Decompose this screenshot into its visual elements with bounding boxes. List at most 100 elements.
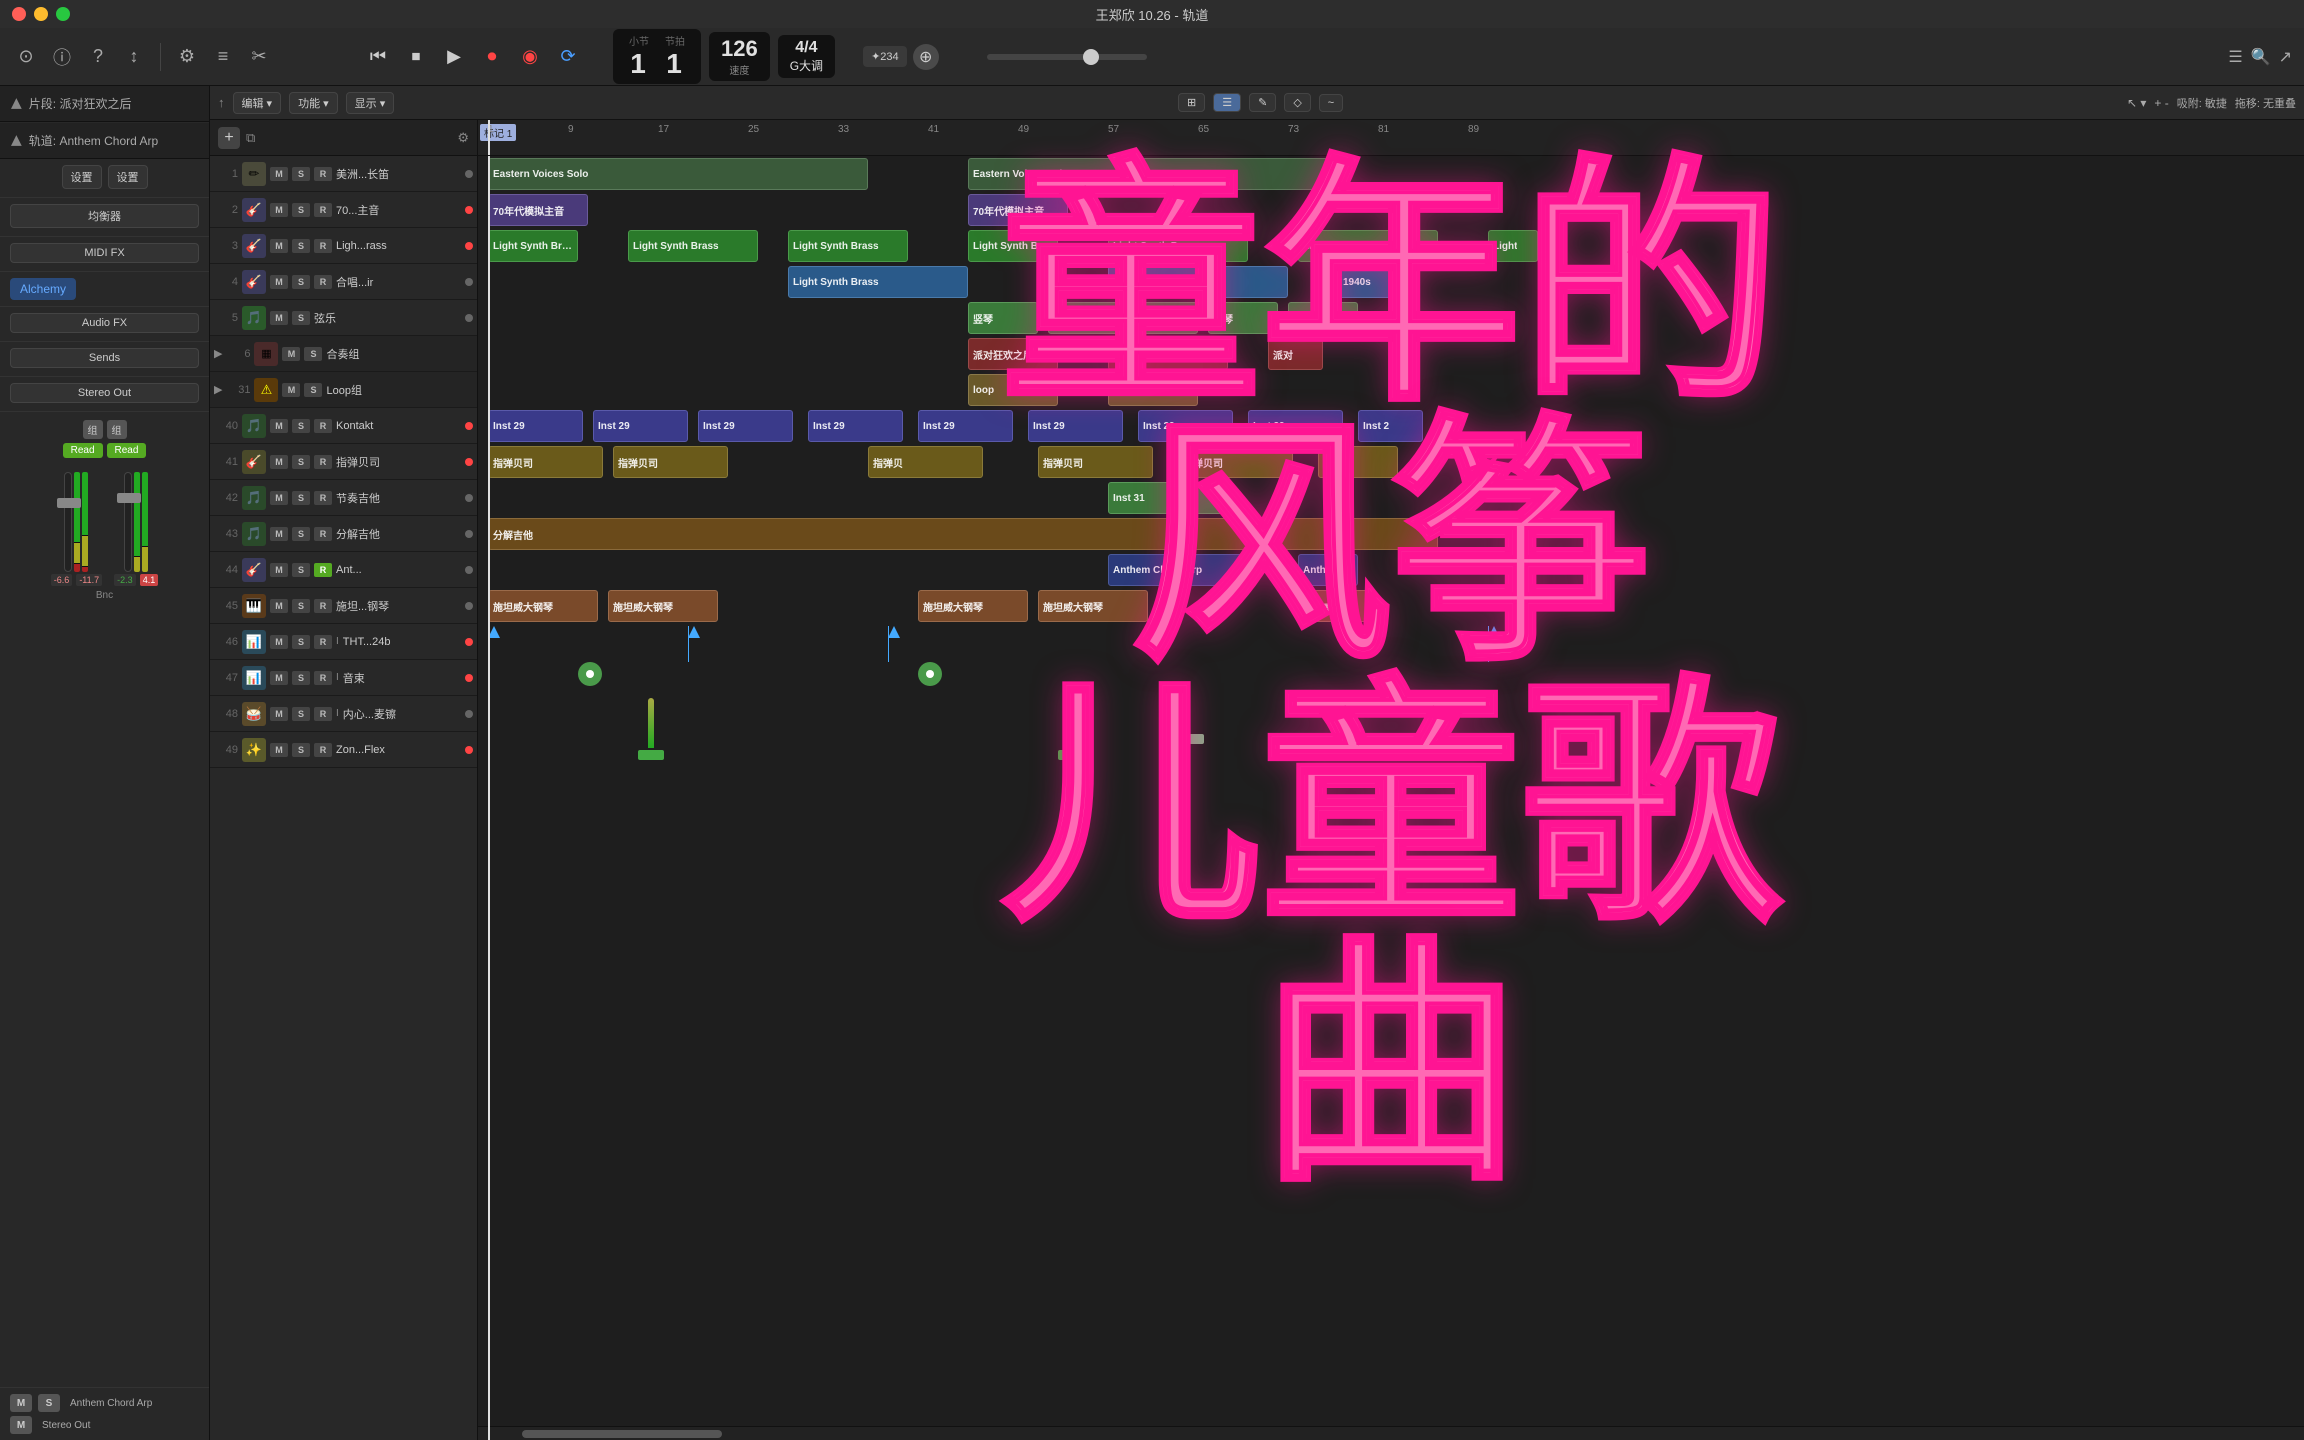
clip-t6-2[interactable]: 派对狂欢之后 xyxy=(1108,338,1228,370)
clip-t40-7[interactable]: Inst 29 xyxy=(1138,410,1233,442)
clip-t41-6[interactable]: 指弹贝 xyxy=(1318,446,1398,478)
clip-t40-1[interactable]: Inst 29 xyxy=(488,410,583,442)
horizontal-scrollbar[interactable] xyxy=(478,1426,2304,1440)
rewind-button[interactable]: ⏮ xyxy=(361,40,395,74)
track-solo-43[interactable]: S xyxy=(292,527,310,541)
clip-t5-4[interactable]: 竖琴 xyxy=(1208,302,1278,334)
zoom-in[interactable]: + xyxy=(2154,96,2161,110)
pencil-btn[interactable]: ✎ xyxy=(1249,93,1276,112)
library-icon[interactable]: ⊙ xyxy=(12,43,40,71)
help-icon[interactable]: ? xyxy=(84,43,112,71)
eq-btn[interactable]: 均衡器 xyxy=(10,204,199,228)
list-icon[interactable]: ☰ xyxy=(2228,47,2242,67)
track-solo-44[interactable]: S xyxy=(292,563,310,577)
clip-t6-1[interactable]: 派对狂欢之后 xyxy=(968,338,1058,370)
track-rec-47[interactable]: R xyxy=(314,671,332,685)
master-volume[interactable] xyxy=(987,54,1147,60)
maximize-button[interactable] xyxy=(56,7,70,21)
mute-btn-stereo[interactable]: M xyxy=(10,1416,32,1434)
clip-t40-9[interactable]: Inst 2 xyxy=(1358,410,1423,442)
clip-t45-3[interactable]: 施坦威大钢琴 xyxy=(918,590,1028,622)
clip-t40-5[interactable]: Inst 29 xyxy=(918,410,1013,442)
plugin-btn[interactable]: Alchemy xyxy=(10,278,76,300)
track-solo-41[interactable]: S xyxy=(292,455,310,469)
settings-icon2[interactable]: ⚙ xyxy=(457,130,469,146)
clip-t1-1[interactable]: Eastern Voices Solo xyxy=(488,158,868,190)
clip-t40-4[interactable]: Inst 29 xyxy=(808,410,903,442)
track-mute-43[interactable]: M xyxy=(270,527,288,541)
clip-t5-3[interactable]: 竖琴 xyxy=(1128,302,1198,334)
smart-btn[interactable]: ✦234 xyxy=(863,46,907,67)
track-mute-44[interactable]: M xyxy=(270,563,288,577)
track-rec-3[interactable]: R xyxy=(314,239,332,253)
track-mute-41[interactable]: M xyxy=(270,455,288,469)
clip-t44-2[interactable]: Anthe xyxy=(1298,554,1358,586)
loop-button[interactable]: ⟳ xyxy=(551,40,585,74)
close-button[interactable] xyxy=(12,7,26,21)
track-solo-40[interactable]: S xyxy=(292,419,310,433)
track-solo-31[interactable]: S xyxy=(304,383,322,397)
track-mute-48[interactable]: M xyxy=(270,707,288,721)
clip-t3-7[interactable]: Light xyxy=(1488,230,1538,262)
clip-t4-2[interactable]: Light Synth Brass xyxy=(1108,266,1288,298)
tempo-display[interactable]: 126 速度 xyxy=(709,32,770,81)
track-mute-46[interactable]: M xyxy=(270,635,288,649)
midi-fx-btn[interactable]: MIDI FX xyxy=(10,243,199,263)
list-view-btn[interactable]: ☰ xyxy=(1213,93,1241,112)
zoom-out[interactable]: - xyxy=(2165,96,2169,110)
clip-t45-2[interactable]: 施坦威大钢琴 xyxy=(608,590,718,622)
clip-t4-3[interactable]: 1940s xyxy=(1338,266,1418,298)
audio-fx-btn[interactable]: Audio FX xyxy=(10,313,199,333)
track-rec-2[interactable]: R xyxy=(314,203,332,217)
mute-btn-main[interactable]: M xyxy=(10,1394,32,1412)
search-icon[interactable]: 🔍 xyxy=(2251,47,2271,67)
track-rec-40[interactable]: R xyxy=(314,419,332,433)
clip-t45-4[interactable]: 施坦威大钢琴 xyxy=(1038,590,1148,622)
record-button[interactable]: ⏺ xyxy=(475,40,509,74)
track-rec-46[interactable]: R xyxy=(314,635,332,649)
clip-t31-2[interactable]: loop xyxy=(1108,374,1198,406)
clip-t6-3[interactable]: 派对 xyxy=(1268,338,1323,370)
clip-t3-1[interactable]: Light Synth Bra... xyxy=(488,230,578,262)
track-solo-3[interactable]: S xyxy=(292,239,310,253)
info-icon[interactable]: ⓘ xyxy=(48,43,76,71)
clip-t2-2[interactable]: 70年代模拟主音 xyxy=(968,194,1068,226)
fader-track-left[interactable] xyxy=(64,472,72,572)
clip-t40-2[interactable]: Inst 29 xyxy=(593,410,688,442)
group-arrow[interactable]: ▶ xyxy=(214,347,222,360)
clip-t42-1[interactable]: Inst 31 xyxy=(1108,482,1228,514)
clip-t3-4[interactable]: Light Synth Bra... xyxy=(968,230,1058,262)
track-solo-49[interactable]: S xyxy=(292,743,310,757)
clip-t41-1[interactable]: 指弹贝司 xyxy=(488,446,603,478)
track-mute-49[interactable]: M xyxy=(270,743,288,757)
track-rec-1[interactable]: R xyxy=(314,167,332,181)
track-mute-4[interactable]: M xyxy=(270,275,288,289)
track-rec-49[interactable]: R xyxy=(314,743,332,757)
mixer-icon[interactable]: ≡ xyxy=(209,43,237,71)
clip-t5-1[interactable]: 竖琴 xyxy=(968,302,1038,334)
track-solo-47[interactable]: S xyxy=(292,671,310,685)
read-btn[interactable]: Read xyxy=(63,443,103,458)
clip-t40-3[interactable]: Inst 29 xyxy=(698,410,793,442)
track-mute-3[interactable]: M xyxy=(270,239,288,253)
track-solo-2[interactable]: S xyxy=(292,203,310,217)
clip-t45-1[interactable]: 施坦威大钢琴 xyxy=(488,590,598,622)
clip-t41-4[interactable]: 指弹贝司 xyxy=(1038,446,1153,478)
clip-t3-2[interactable]: Light Synth Brass xyxy=(628,230,758,262)
clip-t3-5[interactable]: Light Synth Brass xyxy=(1108,230,1248,262)
cursor-icon[interactable]: ↖ ▾ xyxy=(2127,96,2146,110)
collapse-icon[interactable]: ▶ xyxy=(7,98,24,109)
clip-t41-5[interactable]: 指弹贝司 xyxy=(1178,446,1293,478)
track-solo-6[interactable]: S xyxy=(304,347,322,361)
diamond-btn[interactable]: ◇ xyxy=(1284,93,1310,112)
track-mute-31[interactable]: M xyxy=(282,383,300,397)
tracks-clips[interactable]: Eastern Voices Solo Eastern Voices Solo … xyxy=(478,156,2304,1440)
track-solo-48[interactable]: S xyxy=(292,707,310,721)
edit-btn[interactable]: 编辑 ▾ xyxy=(233,92,282,114)
sends-btn[interactable]: Sends xyxy=(10,348,199,368)
track-mute-47[interactable]: M xyxy=(270,671,288,685)
wave-btn[interactable]: ~ xyxy=(1319,94,1343,112)
clip-t40-6[interactable]: Inst 29 xyxy=(1028,410,1123,442)
fader-track-right[interactable] xyxy=(124,472,132,572)
capture-button[interactable]: ◉ xyxy=(513,40,547,74)
